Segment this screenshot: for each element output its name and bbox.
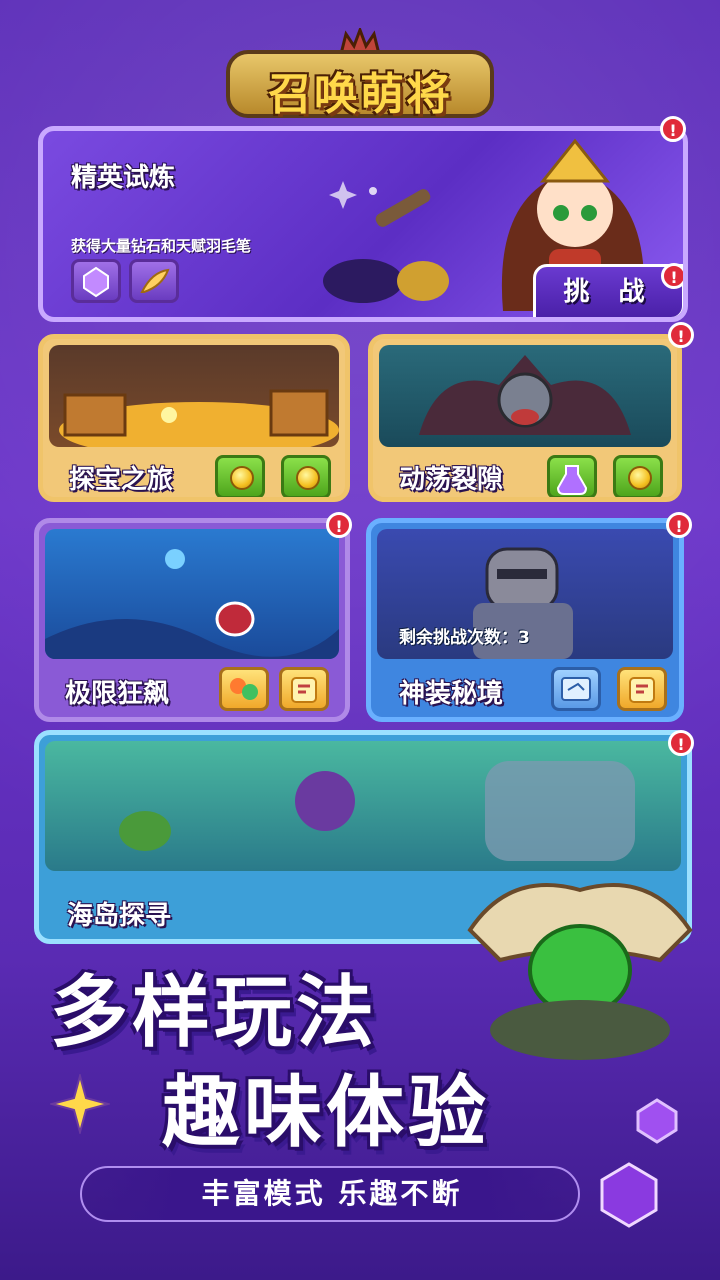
reward-scroll[interactable] (617, 667, 667, 711)
divine-realm-card[interactable]: 剩余挑战次数：3 神装秘境 (366, 518, 684, 722)
treasure-journey-title: 探宝之旅 (69, 465, 174, 495)
slogan-line2: 趣味体验 (162, 1068, 491, 1158)
treasure-journey-card[interactable]: 探宝之旅 (38, 334, 350, 502)
remaining-challenges-text: 剩余挑战次数：3 (399, 628, 530, 648)
elite-trial-title: 精英试炼 (71, 163, 176, 193)
extreme-scene-art (45, 529, 339, 659)
reward-scroll[interactable] (279, 667, 329, 711)
island-exploration-title: 海岛探寻 (67, 901, 172, 931)
reward-feather[interactable] (129, 259, 179, 303)
notification-badge: ! (668, 730, 694, 756)
scroll-icon (629, 677, 655, 703)
notification-badge: ! (660, 116, 686, 142)
slogan-banner-text: 丰富模式 乐趣不断 (201, 1177, 463, 1210)
turbulent-rift-card[interactable]: 动荡裂隙 (368, 334, 682, 502)
rift-scene-art (379, 345, 671, 447)
equipment-card-icon (561, 677, 591, 701)
treasure-scene-art (49, 345, 339, 447)
reward-gold-coin[interactable] (215, 455, 265, 497)
gold-coin-icon (628, 466, 652, 490)
extreme-speed-card[interactable]: 极限狂飙 (34, 518, 350, 722)
reward-gold-coin[interactable] (281, 455, 331, 497)
diamond-icon (83, 266, 109, 298)
purple-gem-icon (636, 1098, 678, 1144)
reward-item[interactable] (219, 667, 269, 711)
notification-badge: ! (661, 263, 683, 289)
divine-realm-title: 神装秘境 (399, 679, 504, 709)
gold-coin-icon (296, 466, 320, 490)
reward-potion[interactable] (547, 455, 597, 497)
potion-icon (556, 465, 588, 495)
notification-badge: ! (666, 512, 692, 538)
notification-badge: ! (668, 322, 694, 348)
elite-trial-card[interactable]: 精英试炼 获得大量钻石和天赋羽毛笔 挑 战 ! (38, 126, 688, 322)
slogan-line1: 多样玩法 (50, 968, 379, 1058)
elite-trial-description: 获得大量钻石和天赋羽毛笔 (71, 237, 252, 255)
game-logo: 召唤萌将 (226, 28, 494, 120)
mascot-art (467, 883, 693, 1060)
sparkle-star-icon (50, 1074, 110, 1134)
item-bundle-icon (230, 678, 258, 700)
island-scene-art (45, 741, 681, 871)
slogan-banner: 丰富模式 乐趣不断 (80, 1166, 580, 1222)
reward-diamond[interactable] (71, 259, 121, 303)
notification-badge: ! (326, 512, 352, 538)
purple-gem-icon (600, 1162, 658, 1228)
reward-card[interactable] (551, 667, 601, 711)
extreme-speed-title: 极限狂飙 (65, 679, 170, 709)
feather-quill-icon (140, 268, 170, 293)
gold-coin-icon (230, 466, 254, 490)
game-title: 召唤萌将 (268, 69, 452, 120)
turbulent-rift-title: 动荡裂隙 (399, 465, 504, 495)
scroll-icon (291, 677, 317, 703)
reward-gold-coin[interactable] (613, 455, 663, 497)
